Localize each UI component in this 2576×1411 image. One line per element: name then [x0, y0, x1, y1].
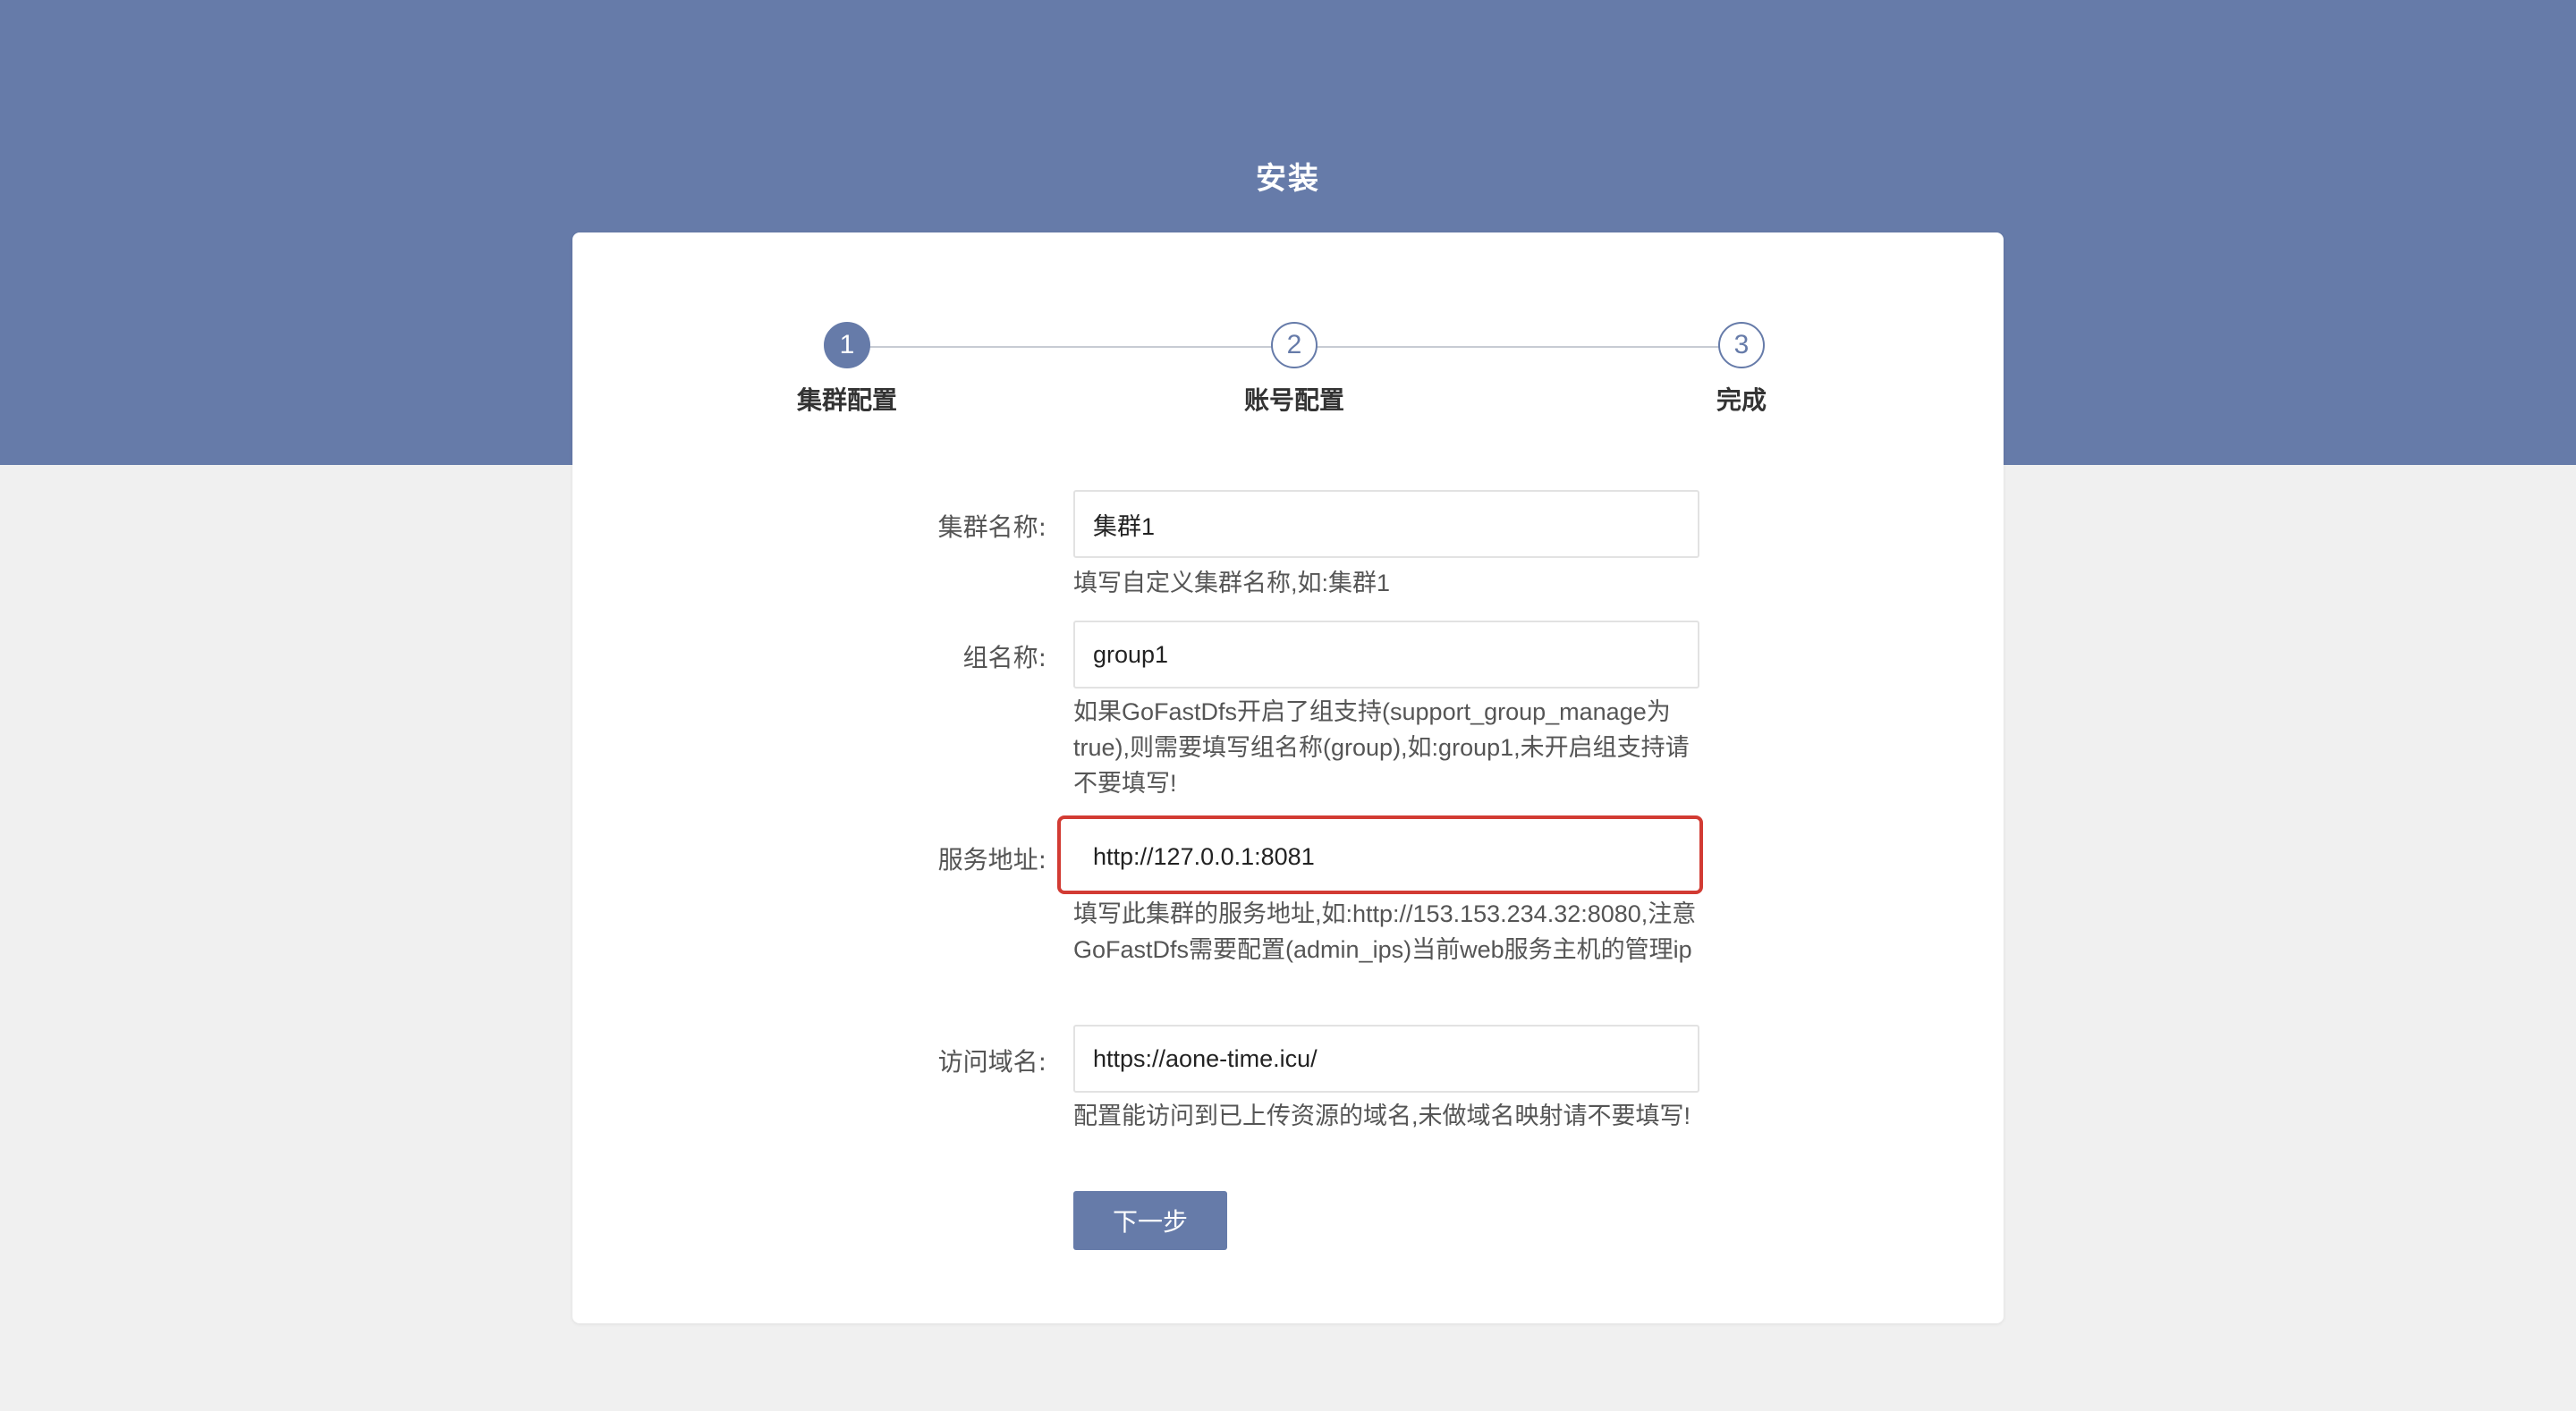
next-step-button[interactable]: 下一步: [1073, 1191, 1227, 1250]
step-account-config: 2 账号配置: [1205, 322, 1384, 417]
step-label: 账号配置: [1243, 385, 1344, 415]
group-name-label: 组名称:: [962, 643, 1046, 672]
install-card: 1 集群配置 2 账号配置 3 完成 集群名称: 填写自定义集群名称,如:集群1…: [572, 232, 2004, 1323]
group-name-input[interactable]: [1073, 621, 1699, 689]
step-number-circle: 3: [1718, 322, 1765, 368]
service-address-hint: 填写此集群的服务地址,如:http://153.153.234.32:8080,…: [1073, 900, 1697, 963]
page-title: 安装: [1256, 161, 1320, 197]
step-number-circle: 2: [1271, 322, 1318, 368]
step-label: 完成: [1716, 385, 1767, 415]
cluster-name-input[interactable]: [1073, 490, 1699, 558]
access-domain-hint: 配置能访问到已上传资源的域名,未做域名映射请不要填写!: [1073, 1103, 1691, 1129]
group-name-hint: 如果GoFastDfs开启了组支持(support_group_manage为t…: [1073, 698, 1690, 797]
step-cluster-config: 1 集群配置: [758, 322, 936, 417]
step-label: 集群配置: [796, 385, 897, 415]
cluster-name-hint: 填写自定义集群名称,如:集群1: [1073, 570, 1391, 596]
step-number-circle: 1: [824, 322, 870, 368]
access-domain-label: 访问域名:: [937, 1047, 1046, 1077]
step-complete: 3 完成: [1652, 322, 1831, 417]
step-indicator: 1 集群配置 2 账号配置 3 完成: [572, 232, 2004, 465]
service-address-label: 服务地址:: [937, 845, 1046, 874]
service-address-input[interactable]: [1073, 823, 1699, 891]
cluster-name-label: 集群名称:: [937, 512, 1046, 542]
access-domain-input[interactable]: [1073, 1025, 1699, 1093]
